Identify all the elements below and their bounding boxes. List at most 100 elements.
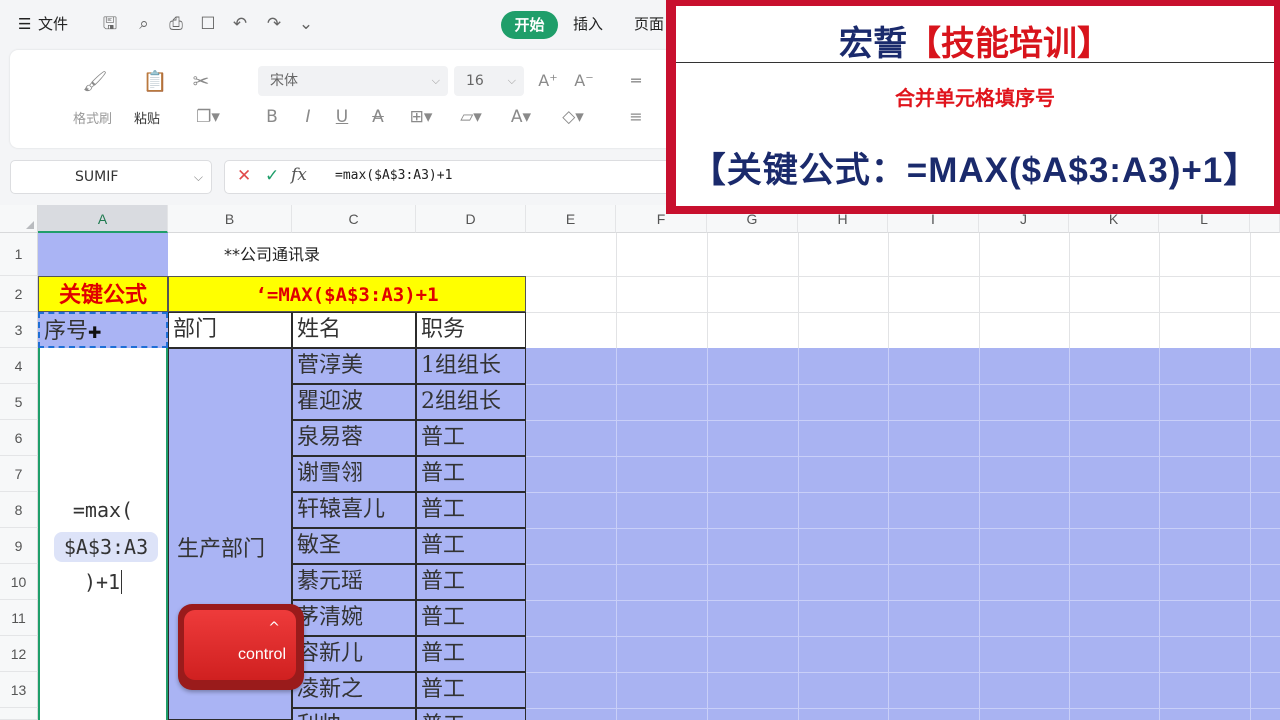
decrease-font-icon[interactable]: A⁻ (574, 68, 594, 94)
paste-label[interactable]: 粘贴 (134, 108, 160, 127)
col-header-a[interactable]: A (38, 205, 168, 233)
name-box[interactable]: SUMIF ⌵ (10, 160, 212, 194)
row-header-3[interactable]: 3 (0, 312, 38, 348)
file-menu[interactable]: 文件 (38, 12, 68, 36)
copy-icon[interactable]: ❐▾ (188, 104, 228, 130)
format-painter-label[interactable]: 格式刷 (73, 108, 112, 127)
format-painter-icon[interactable]: 🖌 (80, 68, 110, 94)
employee-name[interactable]: 容新儿 (292, 636, 416, 672)
row-header-13[interactable]: 13 (0, 672, 38, 708)
move-cursor-icon: ✚ (88, 323, 102, 342)
row-header-4[interactable]: 4 (0, 348, 38, 384)
employee-name[interactable]: 利帅 (292, 708, 416, 720)
underline-button[interactable]: U (332, 104, 352, 130)
border-icon[interactable]: ⊞▾ (404, 104, 438, 130)
employee-name[interactable]: 茅清婉 (292, 600, 416, 636)
row-header-12[interactable]: 12 (0, 636, 38, 672)
paste-icon[interactable]: 📋 (140, 68, 170, 94)
col-header-e[interactable]: E (526, 205, 616, 233)
save-icon[interactable]: 🖫 (98, 12, 122, 36)
row-header-11[interactable]: 11 (0, 600, 38, 636)
employee-name[interactable]: 瞿迎波 (292, 384, 416, 420)
align-left-icon[interactable]: ≡ (626, 104, 646, 130)
employee-name[interactable]: 凌新之 (292, 672, 416, 708)
align-top-icon[interactable]: ═ (626, 68, 646, 94)
editing-merged-cell[interactable]: =max( $A$3:A3 )+1 (38, 348, 168, 720)
print-preview-icon[interactable]: ☐ (196, 12, 220, 36)
employee-position[interactable]: 普工 (416, 456, 526, 492)
share-icon[interactable]: ⌕ (132, 12, 156, 36)
employee-position[interactable]: 1组组长 (416, 348, 526, 384)
row-header-14[interactable] (0, 708, 38, 720)
gridline (526, 708, 1280, 709)
employee-position[interactable]: 普工 (416, 672, 526, 708)
font-color-icon[interactable]: A▾ (504, 104, 538, 130)
key-formula-cell[interactable]: ‘=MAX($A$3:A3)+1 (168, 276, 526, 312)
tab-home[interactable]: 开始 (501, 11, 558, 39)
employee-name[interactable]: 敏圣 (292, 528, 416, 564)
undo-icon[interactable]: ↶ (228, 12, 252, 36)
formula-input[interactable]: =max($A$3:A3)+1 (335, 168, 452, 183)
row-header-1[interactable]: 1 (0, 233, 38, 276)
employee-position[interactable]: 普工 (416, 564, 526, 600)
print-icon[interactable]: ⎙ (164, 12, 188, 36)
redo-icon[interactable]: ↷ (262, 12, 286, 36)
font-size-select[interactable]: 16 ⌵ (454, 66, 524, 96)
employee-position[interactable]: 普工 (416, 492, 526, 528)
row-header-5[interactable]: 5 (0, 384, 38, 420)
italic-button[interactable]: I (298, 104, 318, 130)
fill-color-icon[interactable]: ▱▾ (454, 104, 488, 130)
employee-name[interactable]: 泉易蓉 (292, 420, 416, 456)
col-header-b[interactable]: B (168, 205, 292, 233)
gridline (526, 600, 1280, 601)
employee-name[interactable]: 谢雪翎 (292, 456, 416, 492)
row-header-7[interactable]: 7 (0, 456, 38, 492)
confirm-icon[interactable]: ✓ (265, 166, 279, 186)
row-header-10[interactable]: 10 (0, 564, 38, 600)
tab-insert[interactable]: 插入 (573, 12, 603, 36)
row-header-6[interactable]: 6 (0, 420, 38, 456)
key-formula-label[interactable]: 关键公式 (38, 276, 168, 312)
selected-range[interactable] (526, 348, 1280, 720)
strikethrough-button[interactable]: A (368, 104, 388, 130)
employee-position[interactable]: 普工 (416, 528, 526, 564)
employee-position[interactable]: 普工 (416, 708, 526, 720)
header-name[interactable]: 姓名 (292, 312, 416, 348)
employee-position[interactable]: 2组组长 (416, 384, 526, 420)
cancel-icon[interactable]: ✕ (237, 166, 251, 186)
clear-format-icon[interactable]: ◇▾ (556, 104, 590, 130)
header-dept[interactable]: 部门 (168, 312, 292, 348)
row-header-9[interactable]: 9 (0, 528, 38, 564)
increase-font-icon[interactable]: A⁺ (538, 68, 558, 94)
col-header-c[interactable]: C (292, 205, 416, 233)
main-menu-icon[interactable]: ☰ (18, 12, 31, 36)
editing-formula-line1: =max( (72, 498, 134, 522)
gridline (526, 312, 1280, 313)
cell-a1[interactable] (38, 233, 168, 276)
cell-title[interactable]: **公司通讯录 (168, 233, 526, 276)
row-header-8[interactable]: 8 (0, 492, 38, 528)
gridline (1069, 348, 1070, 720)
col-header-d[interactable]: D (416, 205, 526, 233)
employee-name[interactable]: 轩辕喜儿 (292, 492, 416, 528)
employee-name[interactable]: 菅淳美 (292, 348, 416, 384)
employee-name[interactable]: 綦元瑶 (292, 564, 416, 600)
more-chevron-icon[interactable]: ⌄ (294, 12, 318, 36)
select-all-corner[interactable] (0, 205, 38, 233)
employee-position[interactable]: 普工 (416, 636, 526, 672)
gridline (526, 564, 1280, 565)
header-position[interactable]: 职务 (416, 312, 526, 348)
font-family-select[interactable]: 宋体 ⌵ (258, 66, 448, 96)
tab-page[interactable]: 页面 (634, 12, 664, 36)
editing-formula-line3: )+1 (83, 570, 123, 594)
cut-icon[interactable]: ✂ (186, 68, 216, 94)
text-caret (121, 570, 123, 594)
control-key-overlay: ^ control (178, 604, 304, 690)
employee-position[interactable]: 普工 (416, 420, 526, 456)
insert-function-icon[interactable]: fx (291, 165, 307, 185)
overlay-subtitle: 合并单元格填序号 (895, 88, 1055, 110)
header-seq[interactable]: 序号✚ (38, 312, 168, 348)
row-header-2[interactable]: 2 (0, 276, 38, 312)
employee-position[interactable]: 普工 (416, 600, 526, 636)
bold-button[interactable]: B (262, 104, 282, 130)
